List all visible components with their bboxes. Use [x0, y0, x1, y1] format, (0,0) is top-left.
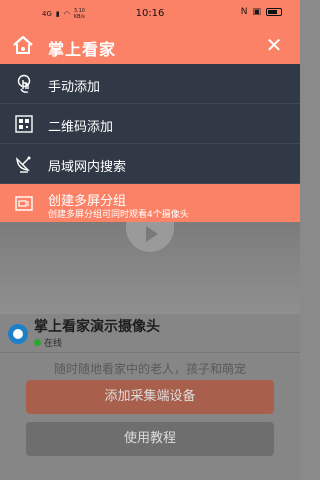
home-wifi-icon — [13, 35, 33, 54]
status-bar: 4G ▮ ◠ 3.10 KB/s 10:16 N ▣ — [0, 0, 300, 28]
page-title: 掌上看家 — [48, 40, 117, 59]
divider — [0, 352, 300, 353]
camera-status: 在线 — [34, 336, 62, 349]
camera-info-panel: 掌上看家演示摄像头 在线 随时随地看家中的老人，孩子和萌宠 添加采集端设备 使用… — [0, 314, 300, 480]
tutorial-button[interactable]: 使用教程 — [26, 422, 274, 456]
menu-item-create-group[interactable]: 创建多屏分组 创建多屏分组可同时观看4个摄像头 — [0, 184, 300, 222]
video-preview[interactable] — [0, 222, 300, 314]
menu-item-qr-add[interactable]: 二维码添加 — [0, 104, 300, 144]
menu-item-label: 手动添加 — [48, 80, 101, 95]
add-device-button[interactable]: 添加采集端设备 — [26, 380, 274, 414]
qr-code-icon — [15, 115, 33, 133]
camera-name: 掌上看家演示摄像头 — [34, 319, 160, 335]
menu-item-manual-add[interactable]: 手动添加 — [0, 64, 300, 104]
vibrate-icon: ▣ — [252, 7, 261, 17]
menu-item-subtitle: 创建多屏分组可同时观看4个摄像头 — [48, 210, 189, 220]
camera-status-label: 在线 — [44, 339, 63, 349]
online-status-icon — [34, 339, 41, 346]
menu-item-lan-search[interactable]: 局域网内搜索 — [0, 144, 300, 184]
camera-avatar — [8, 324, 28, 344]
description-text: 随时随地看家中的老人，孩子和萌宠 — [53, 362, 246, 376]
satellite-dish-icon — [16, 156, 31, 173]
add-device-menu: 手动添加 二维码添加 局域网内搜索 创建多屏分组 创建多屏分组可同时观看4个摄像… — [0, 64, 300, 222]
status-right-indicators: N ▣ — [241, 7, 282, 17]
battery-icon — [266, 8, 282, 16]
app-header: 掌上看家 ✕ — [0, 28, 300, 64]
close-icon[interactable]: ✕ — [262, 33, 286, 57]
menu-item-label: 二维码添加 — [48, 120, 114, 135]
multi-screen-icon — [15, 196, 33, 211]
play-icon[interactable] — [126, 222, 174, 252]
nfc-icon: N — [240, 7, 248, 17]
hand-pointer-icon — [17, 74, 31, 93]
menu-item-label: 局域网内搜索 — [48, 160, 127, 175]
